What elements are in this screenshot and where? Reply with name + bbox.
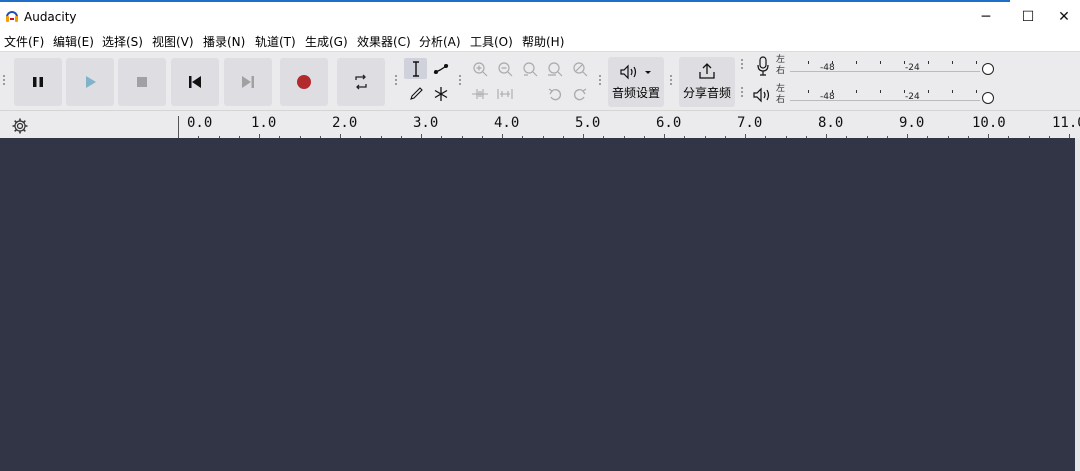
record-meter-left-label: 左: [776, 55, 786, 65]
undo-icon: [548, 87, 561, 100]
play-button[interactable]: [66, 58, 114, 106]
window-title: Audacity: [24, 10, 77, 24]
menu-help[interactable]: 帮助(H): [522, 33, 564, 50]
ruler-label: 9.0: [899, 115, 925, 131]
audio-setup-label: 音频设置: [611, 86, 660, 100]
zoom-toggle-button[interactable]: [568, 58, 591, 79]
share-audio-label: 分享音频: [682, 86, 731, 100]
track-area[interactable]: [0, 138, 1080, 471]
record-volume-slider[interactable]: [982, 63, 994, 75]
gear-icon[interactable]: [11, 117, 29, 135]
edit-grip[interactable]: [458, 74, 462, 86]
vertical-scrollbar[interactable]: [1075, 138, 1080, 471]
skip-end-button[interactable]: [224, 58, 272, 106]
ruler-label: 4.0: [494, 115, 520, 131]
skip-start-button[interactable]: [171, 58, 219, 106]
record-meter-grip[interactable]: [740, 58, 744, 70]
ruler-label: 6.0: [656, 115, 682, 131]
asterisk-icon: [434, 86, 447, 101]
menu-file[interactable]: 文件(F): [4, 33, 44, 50]
microphone-icon[interactable]: [756, 56, 770, 76]
i-beam-icon: [412, 60, 419, 77]
audio-setup-button[interactable]: 音频设置: [608, 57, 664, 107]
menu-generate[interactable]: 生成(G): [305, 33, 348, 50]
skip-end-icon: [242, 76, 254, 88]
play-meter-grip[interactable]: [740, 86, 744, 98]
zoom-selection-icon: [522, 61, 537, 76]
menu-tracks[interactable]: 轨道(T): [255, 33, 296, 50]
title-bar: Audacity ─ ☐ ✕: [0, 3, 1080, 31]
menu-tools[interactable]: 工具(O): [470, 33, 513, 50]
audio-setup-grip[interactable]: [598, 74, 602, 86]
speaker-icon: [620, 64, 651, 80]
fit-selection-button[interactable]: [518, 58, 541, 79]
undo-button[interactable]: [543, 83, 566, 104]
selection-tool[interactable]: [404, 58, 427, 79]
menu-effect[interactable]: 效果器(C): [357, 33, 411, 50]
play-meter[interactable]: 左右 -48 -24: [776, 84, 1008, 108]
play-meter-left-label: 左: [776, 84, 786, 94]
menu-view[interactable]: 视图(V): [152, 33, 194, 50]
pause-icon: [33, 77, 43, 87]
share-icon: [699, 63, 715, 79]
play-volume-slider[interactable]: [982, 92, 994, 104]
loop-icon: [355, 74, 367, 90]
speaker-icon[interactable]: [753, 87, 771, 103]
multi-tool[interactable]: [429, 83, 452, 104]
stop-button[interactable]: [118, 58, 166, 106]
skip-start-icon: [189, 76, 201, 88]
envelope-tool[interactable]: [429, 58, 452, 79]
toolbar-grip[interactable]: [2, 74, 6, 86]
share-audio-button[interactable]: 分享音频: [679, 57, 735, 107]
stop-icon: [137, 77, 147, 87]
share-grip[interactable]: [669, 74, 673, 86]
record-meter-right-label: 右: [776, 66, 786, 76]
play-meter-right-label: 右: [776, 95, 786, 105]
silence-icon: [496, 88, 513, 99]
record-button[interactable]: [280, 58, 328, 106]
close-button[interactable]: ✕: [1048, 3, 1080, 31]
timeline-ruler[interactable]: 0.0 1.0 2.0 3.0 4.0 5.0 6.0 7.0 8.0 9.0 …: [0, 110, 1080, 139]
record-icon: [297, 75, 311, 89]
minimize-button[interactable]: ─: [963, 3, 1009, 31]
trim-button[interactable]: [468, 83, 491, 104]
toolbar: 音频设置 分享音频 左右 -48 -24 左右 -48 -24: [0, 51, 1080, 111]
zoom-in-icon: [472, 61, 487, 76]
ruler-label: 3.0: [413, 115, 439, 131]
draw-tool[interactable]: [404, 83, 427, 104]
redo-icon: [573, 87, 586, 100]
ruler-label: 2.0: [332, 115, 358, 131]
ruler-label: 7.0: [737, 115, 763, 131]
play-icon: [86, 76, 96, 88]
tools-grip[interactable]: [394, 74, 398, 86]
ruler-label: 8.0: [818, 115, 844, 131]
pencil-icon: [409, 86, 423, 100]
menu-select[interactable]: 选择(S): [102, 33, 143, 50]
record-meter[interactable]: 左右 -48 -24: [776, 55, 1008, 79]
loop-button[interactable]: [337, 58, 385, 106]
ruler-label: 0.0: [187, 115, 213, 131]
ruler-label: 1.0: [251, 115, 277, 131]
ruler-label: 10.0: [972, 115, 1006, 131]
ruler-label: 11.0: [1052, 115, 1080, 131]
zoom-fit-icon: [547, 61, 562, 76]
menu-edit[interactable]: 编辑(E): [53, 33, 94, 50]
zoom-out-icon: [497, 61, 512, 76]
zoom-in-button[interactable]: [468, 58, 491, 79]
menu-bar: 文件(F) 编辑(E) 选择(S) 视图(V) 播录(N) 轨道(T) 生成(G…: [0, 31, 1080, 51]
menu-transport[interactable]: 播录(N): [203, 33, 245, 50]
fit-project-button[interactable]: [543, 58, 566, 79]
menu-analyze[interactable]: 分析(A): [419, 33, 461, 50]
zoom-toggle-icon: [572, 61, 587, 76]
silence-button[interactable]: [493, 83, 516, 104]
ruler-label: 5.0: [575, 115, 601, 131]
pause-button[interactable]: [14, 58, 62, 106]
zoom-out-button[interactable]: [493, 58, 516, 79]
envelope-icon: [433, 63, 448, 74]
audacity-logo-icon: [6, 11, 18, 22]
redo-button[interactable]: [568, 83, 591, 104]
maximize-button[interactable]: ☐: [1005, 3, 1051, 31]
trim-icon: [471, 88, 488, 99]
